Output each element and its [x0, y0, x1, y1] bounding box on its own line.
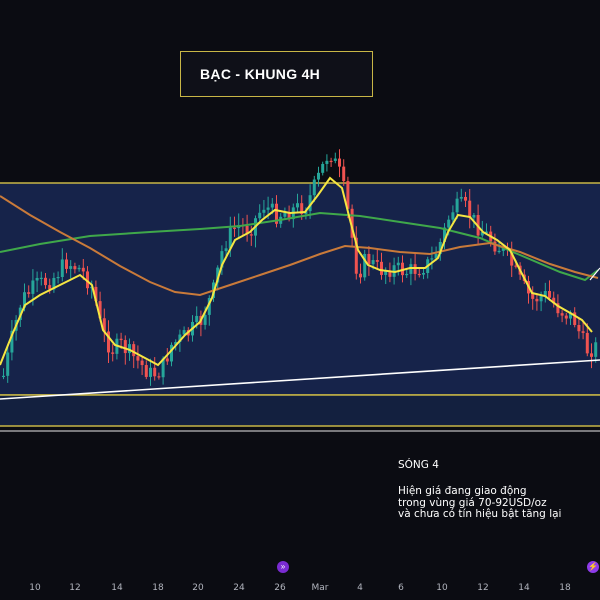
candle-body — [560, 313, 564, 316]
x-tick: 12 — [477, 583, 489, 593]
candle-body — [119, 338, 123, 341]
x-tick: 18 — [559, 583, 571, 593]
candle-body — [417, 273, 421, 276]
candle-body — [165, 358, 169, 362]
candle-body — [44, 277, 47, 286]
candle-body — [367, 253, 371, 265]
candle-body — [73, 266, 77, 270]
candle-body — [325, 160, 329, 164]
candle-body — [140, 360, 144, 366]
candle-body — [333, 158, 337, 161]
candle-body — [60, 259, 64, 277]
time-axis[interactable] — [0, 575, 600, 600]
candle-body — [56, 276, 60, 279]
candle-body — [535, 298, 539, 302]
candle-body — [224, 248, 228, 252]
candle-body — [396, 262, 400, 266]
candle-body — [69, 266, 73, 269]
candle-body — [464, 196, 467, 201]
candle-body — [342, 166, 346, 182]
candle-body — [405, 273, 409, 276]
annotation-line: Hiện giá đang giao động — [398, 485, 527, 497]
candle-body — [472, 215, 476, 218]
candle-body — [375, 260, 379, 262]
candle-body — [111, 352, 115, 354]
candle-body — [6, 352, 10, 376]
candle-body — [564, 315, 568, 319]
x-tick: 6 — [398, 583, 404, 593]
candle-body — [170, 344, 173, 362]
x-tick: 14 — [111, 583, 123, 593]
candle-body — [329, 160, 333, 163]
candle-body — [422, 272, 425, 275]
candle-body — [149, 367, 152, 377]
candle-body — [249, 234, 253, 236]
event-flag-icon[interactable]: ⚡ — [587, 561, 599, 573]
candle-body — [144, 365, 148, 377]
candle-body — [270, 203, 274, 208]
candle-body — [195, 315, 199, 322]
candle-body — [380, 261, 383, 275]
candle-body — [203, 314, 207, 325]
candle-body — [283, 212, 287, 217]
candle-body — [296, 203, 299, 208]
candle-body — [539, 296, 543, 302]
annotation-line: và chưa có tín hiệu bật tăng lại — [398, 508, 562, 520]
x-tick: 12 — [69, 583, 81, 593]
candle-body — [2, 375, 5, 378]
wave-annotation: SÓNG 4 Hiện giá đang giao động trong vùn… — [398, 459, 561, 521]
candle-body — [157, 376, 161, 378]
annotation-heading: SÓNG 4 — [398, 459, 439, 471]
candle-body — [27, 292, 31, 294]
chart-title: BẠC - KHUNG 4H — [180, 51, 373, 97]
x-tick: 26 — [274, 583, 286, 593]
candle-body — [31, 280, 35, 294]
candle-body — [594, 342, 598, 357]
candle-body — [258, 212, 262, 219]
x-tick: 18 — [152, 583, 164, 593]
candle-body — [430, 258, 434, 260]
candle-body — [447, 219, 451, 228]
event-flag-icon[interactable]: » — [277, 561, 289, 573]
candle-body — [65, 259, 68, 269]
candle-body — [585, 332, 589, 354]
candle-body — [132, 344, 136, 357]
candle-body — [123, 340, 127, 354]
candle-body — [451, 212, 455, 220]
candle-body — [317, 172, 320, 180]
candle-body — [233, 227, 236, 229]
candle-body — [35, 277, 39, 281]
candle-body — [153, 367, 157, 377]
candle-body — [548, 290, 551, 298]
candle-body — [136, 356, 140, 361]
price-zone-lower — [0, 394, 600, 427]
candle-body — [455, 198, 459, 213]
candle-body — [371, 260, 375, 265]
candle-body — [338, 158, 341, 167]
x-tick: Mar — [311, 583, 329, 593]
chart-title-text: BẠC - KHUNG 4H — [200, 66, 321, 82]
x-tick: 10 — [436, 583, 448, 593]
candle-body — [39, 277, 43, 280]
x-tick: 14 — [518, 583, 530, 593]
candle-body — [262, 209, 266, 213]
candle-body — [81, 267, 85, 272]
candle-body — [312, 179, 316, 196]
price-zone-upper — [0, 182, 600, 396]
x-tick: 10 — [29, 583, 41, 593]
candle-body — [359, 273, 362, 278]
candle-body — [590, 353, 593, 357]
x-tick: 20 — [192, 583, 204, 593]
candle-body — [581, 331, 585, 333]
candle-body — [497, 250, 501, 253]
candle-body — [77, 267, 81, 270]
x-tick: 4 — [357, 583, 363, 593]
candle-body — [577, 325, 581, 332]
candle-body — [321, 163, 325, 173]
candle-body — [459, 196, 463, 199]
x-tick: 24 — [233, 583, 245, 593]
candle-body — [468, 200, 472, 218]
candle-body — [413, 264, 417, 274]
candle-body — [266, 207, 270, 210]
